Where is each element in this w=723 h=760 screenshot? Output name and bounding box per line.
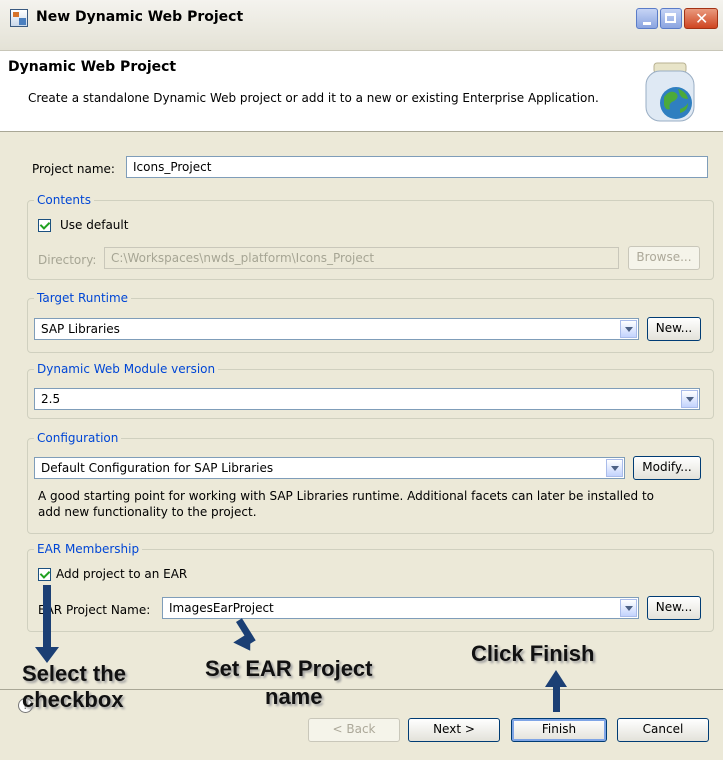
new-runtime-button[interactable]: New... [647,317,701,341]
close-button[interactable]: ✕ [684,8,718,29]
annotation-set-line1: Set EAR Project [205,656,373,681]
close-icon: ✕ [695,9,709,28]
minimize-button[interactable] [636,8,658,29]
add-to-ear-checkbox[interactable] [38,568,51,581]
annotation-select-line2: checkbox [22,687,124,712]
app-window-icon [10,9,28,27]
ear-project-name-select[interactable]: ImagesEarProject [162,597,639,619]
annotation-arrow-checkbox [43,585,51,649]
directory-label: Directory: [38,253,97,267]
jar-globe-icon [645,62,695,122]
arrow-down-icon [233,631,259,657]
modify-button[interactable]: Modify... [633,456,701,480]
chevron-down-icon[interactable] [620,599,637,617]
next-button[interactable]: Next > [408,718,500,742]
use-default-checkbox[interactable] [38,219,51,232]
configuration-description-line2: add new functionality to the project. [38,505,257,519]
target-runtime-select[interactable]: SAP Libraries [34,318,639,340]
configuration-select[interactable]: Default Configuration for SAP Libraries [34,457,625,479]
use-default-label: Use default [60,218,129,232]
maximize-icon [665,13,676,23]
directory-input[interactable]: C:\Workspaces\nwds_platform\Icons_Projec… [104,247,619,269]
project-name-input[interactable]: Icons_Project [126,156,708,178]
page-title: Dynamic Web Project [8,59,177,75]
contents-legend: Contents [34,193,94,207]
chevron-down-icon[interactable] [681,390,698,408]
finish-button[interactable]: Finish [511,718,607,742]
title-bar: New Dynamic Web Project ✕ [0,0,723,51]
arrow-up-icon [545,670,567,687]
chevron-down-icon[interactable] [606,459,623,477]
annotation-finish: Click Finish [471,641,595,666]
ear-project-name-value: ImagesEarProject [169,601,274,615]
wizard-header: Dynamic Web Project Create a standalone … [0,51,723,132]
annotation-select-line1: Select the [22,661,126,686]
add-to-ear-label: Add project to an EAR [56,567,188,581]
back-button[interactable]: < Back [308,718,400,742]
target-runtime-legend: Target Runtime [34,291,132,305]
configuration-group: Configuration [27,431,714,534]
cancel-button[interactable]: Cancel [617,718,709,742]
configuration-description-line1: A good starting point for working with S… [38,489,654,503]
chevron-down-icon[interactable] [620,320,637,338]
ear-project-name-label: EAR Project Name: [38,603,151,617]
maximize-button[interactable] [660,8,682,29]
annotation-set-line2: name [265,684,323,709]
dialog-window: New Dynamic Web Project ✕ Dynamic Web Pr… [0,0,723,760]
target-runtime-value: SAP Libraries [41,322,120,336]
project-name-label: Project name: [32,162,115,176]
module-version-legend: Dynamic Web Module version [34,362,219,376]
module-version-select[interactable]: 2.5 [34,388,700,410]
minimize-icon [643,22,651,25]
module-version-value: 2.5 [41,392,61,406]
window-title: New Dynamic Web Project [36,9,244,25]
page-description: Create a standalone Dynamic Web project … [28,91,599,105]
ear-membership-group: EAR Membership [27,542,714,632]
new-ear-button[interactable]: New... [647,596,701,620]
configuration-legend: Configuration [34,431,122,445]
annotation-arrow-finish [553,686,560,712]
ear-membership-legend: EAR Membership [34,542,143,556]
configuration-value: Default Configuration for SAP Libraries [41,461,274,475]
browse-button[interactable]: Browse... [628,246,700,270]
